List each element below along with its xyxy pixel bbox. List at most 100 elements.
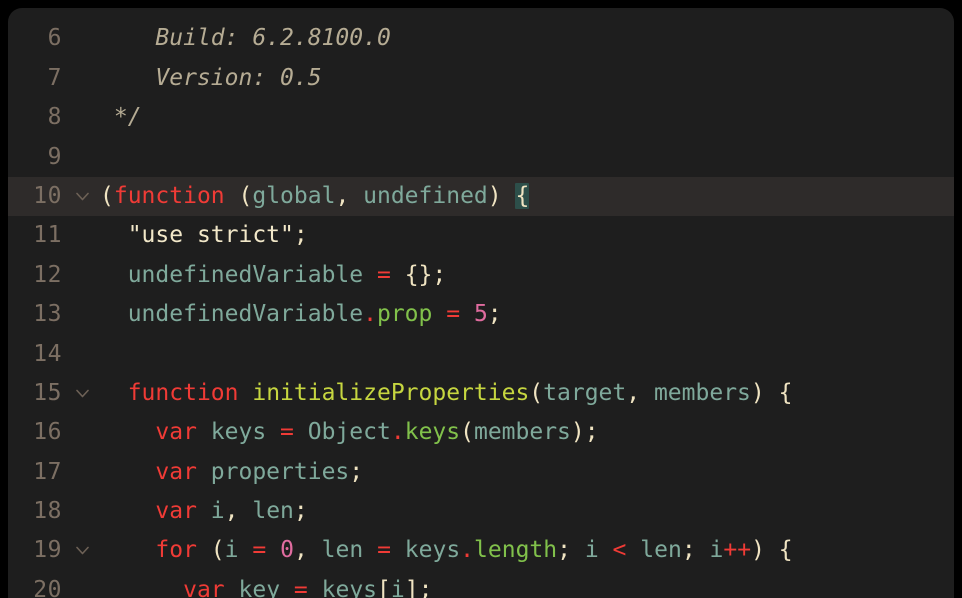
code-line[interactable]: 17 var properties; [8, 453, 954, 492]
code-token: function [113, 182, 225, 209]
code-line[interactable]: 14 [8, 335, 954, 374]
chevron-down-icon[interactable] [74, 531, 90, 570]
line-number: 11 [33, 222, 62, 249]
code-token: Build: 6.2.8100.0 [100, 25, 391, 52]
line-number: 14 [33, 340, 62, 367]
code-token: */ [100, 104, 142, 131]
code-line[interactable]: 13 undefinedVariable.prop = 5; [8, 295, 954, 334]
chevron-down-icon[interactable] [74, 177, 90, 216]
code-token: = [280, 419, 294, 446]
code-line[interactable]: 20 var key = keys[i]; [8, 571, 954, 598]
code-line[interactable]: 9 [8, 138, 954, 177]
code-token: ]; [404, 576, 433, 598]
code-line-text[interactable]: "use strict"; [100, 216, 308, 255]
code-token: Version: 0.5 [100, 64, 322, 91]
code-token: = [377, 537, 391, 564]
line-number: 18 [33, 498, 62, 525]
code-token: . [363, 301, 377, 328]
line-number: 13 [33, 301, 62, 328]
code-line[interactable]: 5 [8, 8, 954, 19]
code-token: ( [529, 379, 544, 406]
code-line[interactable]: 7 Version: 0.5 [8, 59, 954, 98]
code-line-text[interactable]: (function (global, undefined) { [100, 177, 530, 216]
code-line[interactable]: 6 Build: 6.2.8100.0 [8, 19, 954, 58]
code-token: ) { [750, 379, 793, 406]
code-token: ; [293, 498, 308, 525]
code-token: , [224, 498, 253, 525]
code-line-text[interactable]: var properties; [100, 453, 363, 492]
code-token: keys [404, 419, 461, 446]
line-number: 5 [8, 8, 62, 19]
code-token: ( [224, 182, 253, 209]
code-token: . [390, 419, 405, 446]
code-token: function [127, 379, 239, 406]
code-line[interactable]: 10 (function (global, undefined) { [8, 176, 954, 217]
code-token: ( [460, 419, 474, 446]
code-surface[interactable]: 56 Build: 6.2.8100.07 Version: 0.58 */91… [8, 8, 954, 598]
code-token: length [474, 537, 558, 564]
code-line-text[interactable]: undefinedVariable.prop = 5; [100, 295, 502, 334]
code-line[interactable]: 12 undefinedVariable = {}; [8, 256, 954, 295]
code-token: . [460, 537, 475, 564]
code-line[interactable]: 19 for (i = 0, len = keys.length; i < le… [8, 531, 954, 570]
code-line-text[interactable]: for (i = 0, len = keys.length; i < len; … [100, 531, 793, 570]
code-token: { [515, 182, 530, 209]
code-editor-panel[interactable]: 56 Build: 6.2.8100.07 Version: 0.58 */91… [8, 8, 954, 598]
code-line-text[interactable]: */ [100, 98, 142, 137]
code-token: = [293, 576, 308, 598]
code-token: , [293, 537, 322, 564]
code-line-text[interactable]: Version: 0.5 [100, 59, 322, 98]
code-token: i [709, 537, 724, 564]
code-token: = [376, 261, 391, 288]
code-line-text[interactable]: function initializeProperties(target, me… [100, 374, 793, 413]
code-token: len [321, 537, 364, 564]
code-token: i [210, 498, 225, 525]
code-line[interactable]: 16 var keys = Object.keys(members); [8, 413, 954, 452]
code-line[interactable]: 15 function initializeProperties(target,… [8, 374, 954, 413]
code-token: global [252, 182, 336, 209]
code-line[interactable]: 18 var i, len; [8, 492, 954, 531]
code-token: , [626, 379, 654, 406]
code-line-text[interactable]: undefinedVariable = {}; [100, 256, 447, 295]
code-token: members [653, 379, 751, 406]
code-token: keys [210, 419, 267, 446]
code-token: undefinedVariable [127, 261, 364, 288]
code-token: initializeProperties [252, 379, 530, 406]
line-number: 7 [47, 64, 62, 91]
code-line-text[interactable]: Build: 6.2.8100.0 [100, 19, 391, 58]
code-token: ( [210, 537, 225, 564]
code-token: ) { [751, 537, 793, 564]
code-token: ; [557, 537, 585, 564]
code-token: {}; [404, 261, 447, 288]
line-number: 6 [47, 25, 62, 52]
chevron-down-icon[interactable] [74, 374, 90, 413]
code-line-text[interactable]: var keys = Object.keys(members); [100, 413, 598, 452]
code-token: ; [349, 458, 364, 485]
code-line[interactable]: 8 */ [8, 98, 954, 137]
line-number: 20 [33, 576, 62, 598]
code-token: Object [307, 419, 391, 446]
line-number: 12 [33, 261, 62, 288]
code-token: < [612, 537, 627, 564]
code-line-text[interactable]: var key = keys[i]; [100, 571, 432, 598]
code-token: len [252, 498, 294, 525]
code-line[interactable]: 11 "use strict"; [8, 216, 954, 255]
code-token: ; [293, 222, 308, 249]
line-number: 10 [33, 182, 62, 209]
code-line-text[interactable]: var i, len; [100, 492, 308, 531]
